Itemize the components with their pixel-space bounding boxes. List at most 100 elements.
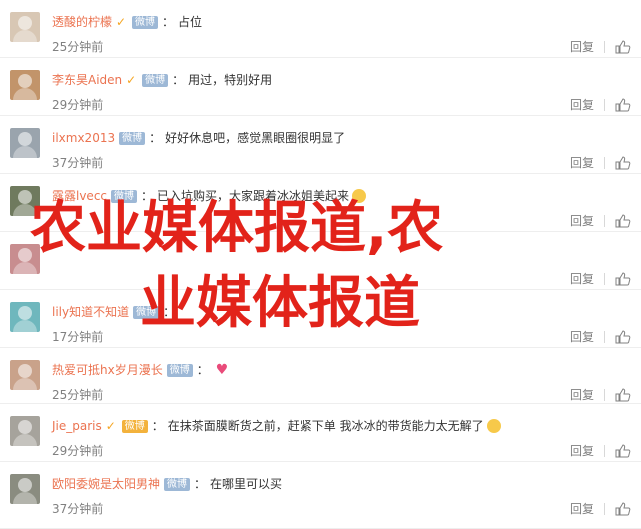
like-thumb-icon[interactable] — [615, 443, 631, 458]
avatar-face — [18, 190, 32, 204]
comment-text: 占位 — [178, 15, 203, 29]
vip-badge: 微博 — [164, 477, 191, 491]
comment-item: 李东昊Aiden ✓ 微博：用过，特别好用 29分钟前 回复 — [0, 58, 641, 116]
reply-button[interactable]: 回复 — [570, 386, 594, 403]
avatar-face — [18, 306, 32, 320]
reply-button[interactable]: 回复 — [570, 270, 594, 287]
username-link[interactable]: 热爱可抵hx岁月漫长 — [52, 362, 163, 378]
username-link[interactable]: Jie_paris — [52, 418, 102, 434]
avatar[interactable] — [10, 302, 40, 332]
avatar-body — [13, 88, 37, 100]
comment-line: 透酸的柠檬 ✓ 微博：占位 — [52, 14, 202, 30]
comment-item: 透酸的柠檬 ✓ 微博：占位 25分钟前 回复 — [0, 0, 641, 58]
avatar[interactable] — [10, 474, 40, 504]
comment-item: 回复 — [0, 232, 641, 290]
avatar[interactable] — [10, 70, 40, 100]
like-thumb-icon[interactable] — [615, 155, 631, 170]
comment-item: lily知道不知道 微博： 17分钟前 回复 — [0, 290, 641, 348]
colon-separator: ： — [194, 477, 207, 491]
action-divider — [604, 388, 605, 401]
avatar[interactable] — [10, 416, 40, 446]
avatar-body — [13, 320, 37, 332]
vip-badge: 微博 — [133, 305, 160, 319]
like-thumb-icon[interactable] — [615, 387, 631, 402]
reply-button[interactable]: 回复 — [570, 38, 594, 55]
comment-timestamp: 29分钟前 — [52, 98, 104, 112]
colon-separator: ： — [162, 15, 175, 29]
vip-badge: 微博 — [121, 419, 148, 433]
comment-actions: 回复 — [570, 154, 631, 171]
avatar[interactable] — [10, 360, 40, 390]
avatar-face — [18, 478, 32, 492]
avatar[interactable] — [10, 244, 40, 274]
like-thumb-icon[interactable] — [615, 329, 631, 344]
action-divider — [604, 214, 605, 227]
comment-item: ilxmx2013 微博：好好休息吧，感觉黑眼圈很明显了 37分钟前 回复 — [0, 116, 641, 174]
comment-actions: 回复 — [570, 500, 631, 517]
action-divider — [604, 444, 605, 457]
colon-separator: ： — [149, 131, 162, 145]
avatar-body — [13, 492, 37, 504]
avatar-body — [13, 30, 37, 42]
comment-text: 好好休息吧，感觉黑眼圈很明显了 — [165, 131, 346, 145]
heart-emoji-icon: ♥ — [215, 362, 229, 378]
avatar-body — [13, 378, 37, 390]
like-thumb-icon[interactable] — [615, 213, 631, 228]
avatar-face — [18, 132, 32, 146]
avatar-face — [18, 364, 32, 378]
action-divider — [604, 98, 605, 111]
colon-separator: ： — [141, 189, 154, 203]
like-thumb-icon[interactable] — [615, 501, 631, 516]
comment-text: 在抹茶面膜断货之前，赶紧下单 我冰冰的带货能力太无解了 — [167, 419, 484, 433]
action-divider — [604, 272, 605, 285]
username-link[interactable]: 欧阳委婉是太阳男神 — [52, 476, 160, 492]
action-divider — [604, 502, 605, 515]
avatar-face — [18, 248, 32, 262]
grin-emoji-icon — [486, 419, 501, 433]
username-link[interactable]: ilxmx2013 — [52, 130, 115, 146]
comment-item: 热爱可抵hx岁月漫长 微博： ♥ 25分钟前 回复 — [0, 348, 641, 404]
avatar[interactable] — [10, 12, 40, 42]
comment-actions: 回复 — [570, 270, 631, 287]
avatar-face — [18, 16, 32, 30]
action-divider — [604, 40, 605, 53]
reply-button[interactable]: 回复 — [570, 500, 594, 517]
vip-badge: 微博 — [119, 131, 146, 145]
username-link[interactable]: 透酸的柠檬 — [52, 14, 112, 30]
username-link[interactable]: 李东昊Aiden — [52, 72, 122, 88]
reply-button[interactable]: 回复 — [570, 328, 594, 345]
colon-separator: ： — [196, 363, 209, 377]
verified-icon: ✓ — [105, 419, 116, 433]
username-link[interactable]: 露露lvecc — [52, 188, 107, 204]
comment-item: 欧阳委婉是太阳男神 微博：在哪里可以买 37分钟前 回复 — [0, 462, 641, 529]
like-thumb-icon[interactable] — [615, 97, 631, 112]
comment-timestamp: 25分钟前 — [52, 40, 104, 54]
avatar[interactable] — [10, 186, 40, 216]
comment-line: 露露lvecc 微博：已入坑购买，大家跟着冰冰姐美起来 — [52, 188, 367, 204]
reply-button[interactable]: 回复 — [570, 442, 594, 459]
comment-actions: 回复 — [570, 212, 631, 229]
reply-button[interactable]: 回复 — [570, 154, 594, 171]
comment-timestamp: 37分钟前 — [52, 156, 104, 170]
comment-text: 用过，特别好用 — [188, 73, 273, 87]
avatar-body — [13, 434, 37, 446]
verified-icon: ✓ — [126, 73, 137, 87]
avatar-face — [18, 74, 32, 88]
action-divider — [604, 330, 605, 343]
reply-button[interactable]: 回复 — [570, 212, 594, 229]
comment-text: 已入坑购买，大家跟着冰冰姐美起来 — [157, 189, 350, 203]
avatar[interactable] — [10, 128, 40, 158]
like-thumb-icon[interactable] — [615, 39, 631, 54]
avatar-body — [13, 204, 37, 216]
comment-line: lily知道不知道 微博： — [52, 304, 179, 320]
colon-separator: ： — [172, 73, 185, 87]
vip-badge: 微博 — [132, 15, 159, 29]
comment-timestamp: 17分钟前 — [52, 330, 104, 344]
reply-button[interactable]: 回复 — [570, 96, 594, 113]
vip-badge: 微博 — [142, 73, 169, 87]
vip-badge: 微博 — [166, 363, 193, 377]
comment-text: 在哪里可以买 — [210, 477, 283, 491]
like-thumb-icon[interactable] — [615, 271, 631, 286]
comment-actions: 回复 — [570, 442, 631, 459]
username-link[interactable]: lily知道不知道 — [52, 304, 129, 320]
